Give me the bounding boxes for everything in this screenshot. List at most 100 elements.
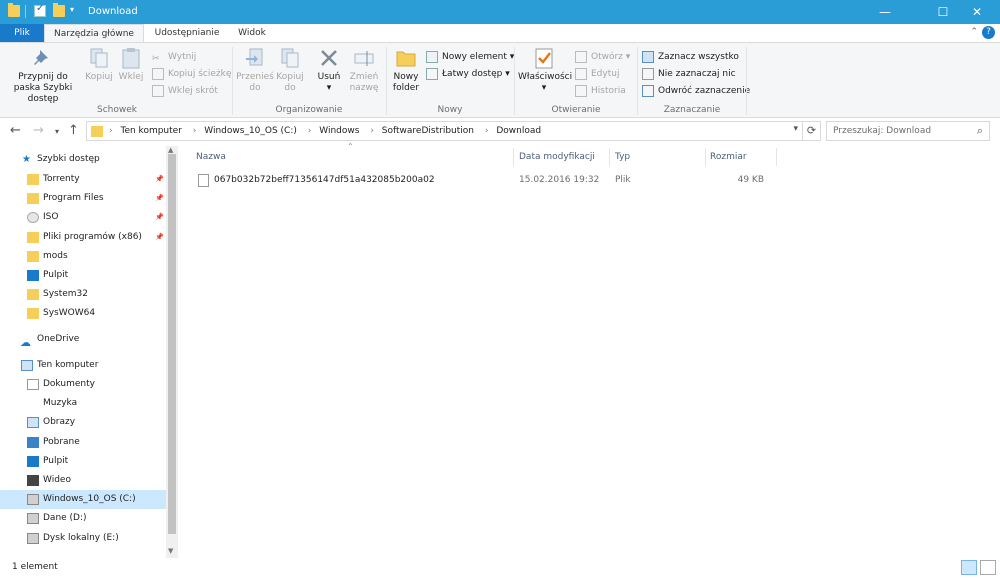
column-header-name[interactable]: Nazwa bbox=[196, 148, 514, 166]
back-arrow-icon[interactable]: ← bbox=[10, 123, 21, 138]
column-header-size[interactable]: Rozmiar bbox=[710, 148, 776, 166]
forward-arrow-icon[interactable]: → bbox=[33, 123, 44, 138]
pin-icon: 📌 bbox=[155, 194, 164, 203]
column-header-date[interactable]: Data modyfikacji bbox=[519, 148, 609, 166]
chevron-right-icon[interactable]: › bbox=[485, 126, 489, 136]
breadcrumb-item-softwaredistribution[interactable]: SoftwareDistribution bbox=[382, 126, 474, 136]
properties-button[interactable]: Właściwości ▾ bbox=[518, 47, 572, 94]
copy-button[interactable]: Kopiuj bbox=[84, 47, 114, 83]
sidebar-item[interactable]: Dane (D:) bbox=[0, 509, 166, 528]
search-icon[interactable]: ⌕ bbox=[977, 124, 983, 138]
copy-to-button[interactable]: Kopiuj do bbox=[274, 47, 306, 94]
details-view-icon[interactable] bbox=[961, 560, 977, 575]
rename-button[interactable]: Zmień nazwę bbox=[348, 47, 380, 94]
sidebar-item[interactable]: Wideo bbox=[0, 471, 166, 490]
sidebar-item[interactable]: mods bbox=[0, 247, 166, 266]
nav-onedrive[interactable]: ☁ OneDrive bbox=[0, 330, 166, 349]
sidebar-item[interactable]: Program Files 📌 bbox=[0, 189, 166, 208]
new-item-button[interactable]: Nowy element ▾ bbox=[426, 49, 514, 65]
properties-quick-icon[interactable] bbox=[34, 3, 46, 17]
tab-file[interactable]: Plik bbox=[0, 24, 44, 43]
close-button[interactable]: ✕ bbox=[954, 0, 1000, 24]
pin-to-quick-access-button[interactable]: Przypnij do paska Szybki dostęp bbox=[4, 47, 82, 105]
sidebar-item[interactable]: Windows_10_OS (C:) bbox=[0, 490, 166, 510]
nav-this-pc[interactable]: Ten komputer bbox=[0, 356, 166, 375]
sidebar-item[interactable]: Pliki programów (x86) 📌 bbox=[0, 228, 166, 247]
delete-button[interactable]: Usuń ▾ bbox=[312, 47, 346, 94]
customize-toolbar-chevron-icon[interactable]: ▾ bbox=[70, 5, 74, 14]
search-box[interactable]: ⌕ bbox=[826, 121, 990, 141]
chevron-right-icon[interactable]: › bbox=[370, 126, 374, 136]
invert-selection-button[interactable]: Odwróć zaznaczenie bbox=[642, 83, 750, 99]
sidebar-item[interactable]: Muzyka bbox=[0, 394, 166, 413]
sidebar-item[interactable]: Pulpit bbox=[0, 452, 166, 471]
scroll-thumb[interactable] bbox=[168, 154, 176, 534]
sidebar-item[interactable]: System32 bbox=[0, 285, 166, 304]
cut-button[interactable]: ✂ Wytnij bbox=[152, 49, 196, 65]
history-icon bbox=[575, 85, 587, 97]
minimize-button[interactable]: — bbox=[862, 0, 908, 24]
paste-button[interactable]: Wklej bbox=[116, 47, 146, 83]
cut-label: Wytnij bbox=[168, 52, 197, 62]
up-arrow-icon[interactable]: ↑ bbox=[68, 123, 79, 138]
new-folder-quick-icon[interactable] bbox=[53, 3, 65, 17]
breadcrumb-item-this-pc[interactable]: Ten komputer bbox=[120, 126, 181, 136]
breadcrumb-item-c-drive[interactable]: Windows_10_OS (C:) bbox=[204, 126, 297, 136]
sidebar-item[interactable]: Obrazy bbox=[0, 413, 166, 432]
invert-selection-icon bbox=[642, 85, 654, 97]
scroll-down-icon[interactable]: ▼ bbox=[168, 547, 173, 555]
chevron-down-icon[interactable]: ▾ bbox=[793, 124, 798, 134]
refresh-icon[interactable]: ⟳ bbox=[803, 121, 821, 141]
chevron-up-icon[interactable]: ⌃ bbox=[970, 27, 978, 37]
sidebar-item[interactable]: Torrenty 📌 bbox=[0, 170, 166, 189]
history-button[interactable]: Historia bbox=[575, 83, 626, 99]
select-none-button[interactable]: Nie zaznaczaj nic bbox=[642, 66, 736, 82]
paste-shortcut-button[interactable]: Wklej skrót bbox=[152, 83, 218, 99]
move-to-button[interactable]: Przenieś do bbox=[236, 47, 274, 94]
tab-view[interactable]: Widok bbox=[230, 24, 274, 43]
nav-scrollbar[interactable]: ▲ ▼ bbox=[166, 146, 178, 558]
easy-access-button[interactable]: Łatwy dostęp ▾ bbox=[426, 66, 510, 82]
sidebar-item[interactable]: Pulpit bbox=[0, 266, 166, 285]
breadcrumb-item-download[interactable]: Download bbox=[496, 126, 541, 136]
divider[interactable] bbox=[513, 148, 514, 166]
desktop-icon bbox=[27, 270, 39, 281]
nav-quick-access[interactable]: ★ Szybki dostęp bbox=[0, 150, 166, 169]
divider[interactable] bbox=[609, 148, 610, 166]
divider[interactable] bbox=[776, 148, 777, 166]
sidebar-item[interactable]: Dysk lokalny (E:) bbox=[0, 529, 166, 548]
divider[interactable] bbox=[705, 148, 706, 166]
tab-home[interactable]: Narzędzia główne bbox=[44, 24, 144, 43]
chevron-right-icon[interactable]: › bbox=[308, 126, 312, 136]
large-icons-view-icon[interactable] bbox=[980, 560, 996, 575]
tab-share[interactable]: Udostępnianie bbox=[144, 24, 230, 43]
sidebar-item[interactable]: ISO 📌 bbox=[0, 208, 166, 227]
sidebar-item-label: Pliki programów (x86) bbox=[43, 231, 142, 242]
help-icon[interactable]: ? bbox=[982, 26, 995, 39]
nav-onedrive-label: OneDrive bbox=[37, 334, 80, 344]
easy-access-label: Łatwy dostęp bbox=[442, 69, 503, 79]
video-icon bbox=[27, 475, 39, 486]
sidebar-item[interactable]: Pobrane bbox=[0, 433, 166, 452]
copy-path-button[interactable]: Kopiuj ścieżkę bbox=[152, 66, 231, 82]
new-folder-button[interactable]: Nowy folder bbox=[390, 47, 422, 94]
ribbon-tabs: Plik Narzędzia główne Udostępnianie Wido… bbox=[0, 24, 1000, 43]
new-folder-label: Nowy folder bbox=[392, 72, 420, 93]
table-row[interactable]: 067b032b72beff71356147df51a432085b200a02… bbox=[196, 171, 776, 189]
address-bar[interactable]: › Ten komputer › Windows_10_OS (C:) › Wi… bbox=[86, 121, 803, 141]
chevron-right-icon[interactable]: › bbox=[193, 126, 197, 136]
edit-button[interactable]: Edytuj bbox=[575, 66, 619, 82]
divider bbox=[386, 47, 387, 115]
breadcrumb-item-windows[interactable]: Windows bbox=[319, 126, 359, 136]
sidebar-item[interactable]: SysWOW64 bbox=[0, 304, 166, 323]
star-icon: ★ bbox=[22, 154, 31, 165]
sidebar-item[interactable]: Dokumenty bbox=[0, 375, 166, 394]
open-button[interactable]: Otwórz ▾ bbox=[575, 49, 630, 65]
scroll-up-icon[interactable]: ▲ bbox=[168, 146, 173, 154]
select-all-button[interactable]: Zaznacz wszystko bbox=[642, 49, 739, 65]
column-header-type[interactable]: Typ bbox=[615, 148, 705, 166]
select-all-label: Zaznacz wszystko bbox=[658, 52, 739, 62]
search-input[interactable] bbox=[827, 122, 967, 140]
sidebar-item-label: Pulpit bbox=[43, 270, 69, 280]
recent-locations-chevron-icon[interactable]: ▾ bbox=[55, 127, 59, 136]
